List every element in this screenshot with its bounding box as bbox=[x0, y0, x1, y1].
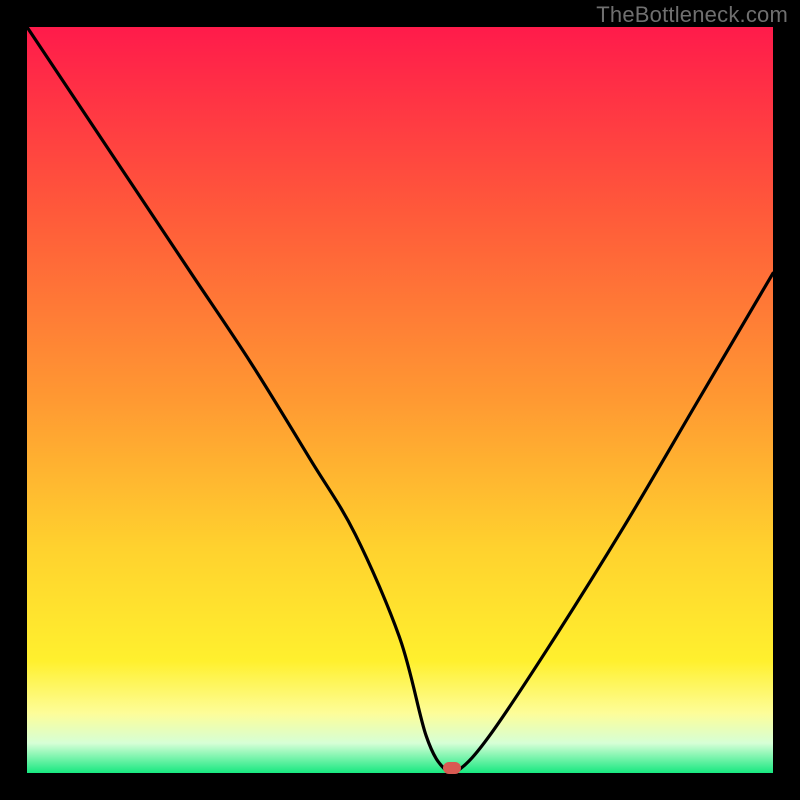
bottleneck-curve bbox=[27, 27, 773, 773]
watermark-text: TheBottleneck.com bbox=[596, 2, 788, 28]
optimal-point-marker bbox=[443, 762, 461, 774]
chart-plot-area bbox=[27, 27, 773, 773]
chart-frame: TheBottleneck.com bbox=[0, 0, 800, 800]
